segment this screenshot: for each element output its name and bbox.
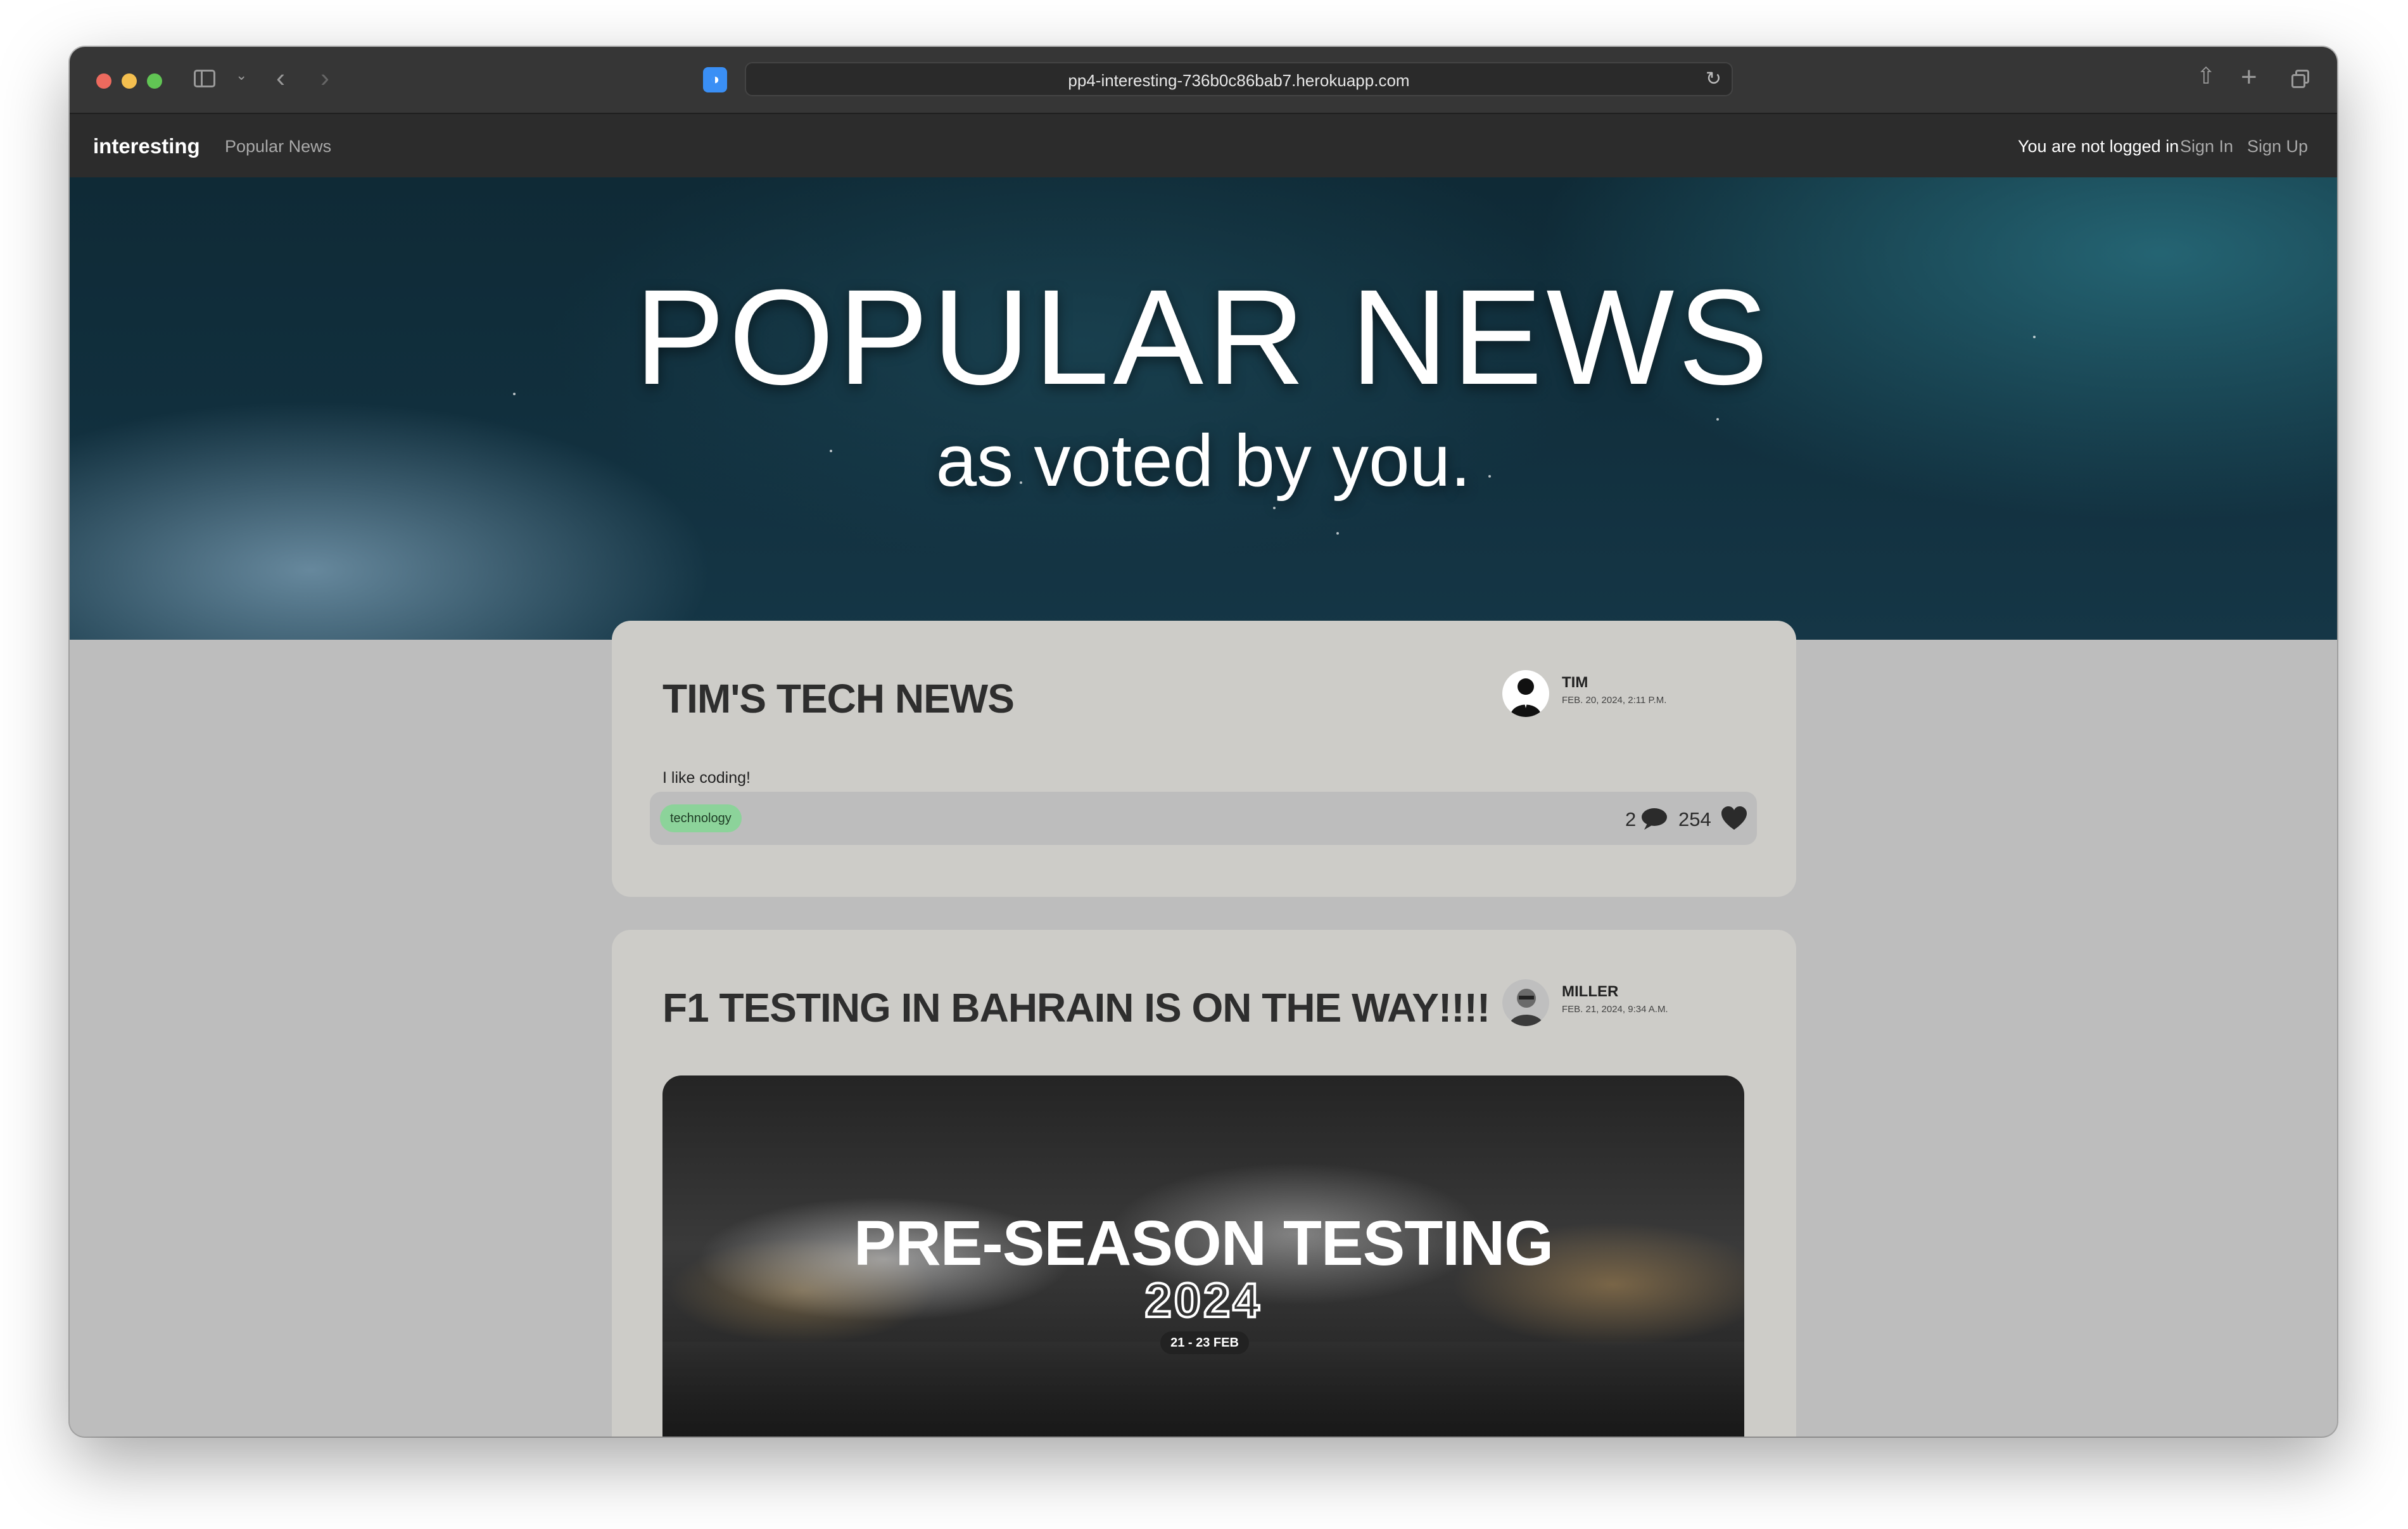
new-tab-icon[interactable]: + [2241,63,2257,91]
sign-in-link[interactable]: Sign In [2180,137,2233,156]
post-image[interactable]: PRE-SEASON TESTING 2024 21 - 23 FEB [662,1075,1744,1437]
password-shield-icon[interactable]: ◑ [703,67,727,92]
minimize-window-button[interactable] [122,73,137,89]
nav-link-popular-news[interactable]: Popular News [225,137,331,156]
site-navbar: interesting Popular News You are not log… [70,114,2337,177]
post-date: FEB. 21, 2024, 9:34 A.M. [1562,1004,1668,1015]
comment-count: 2 [1625,808,1637,830]
close-window-button[interactable] [96,73,111,89]
hero-subtitle: as voted by you. [935,419,1471,502]
sidebar-icon[interactable] [194,70,215,87]
author-name: TIM [1562,674,1588,691]
like-count: 254 [1678,808,1711,830]
author-name: MILLER [1562,983,1619,1000]
zoom-window-button[interactable] [147,73,162,89]
comment-icon[interactable] [1640,807,1668,834]
reload-icon[interactable]: ↻ [1706,70,1721,89]
site-brand[interactable]: interesting [93,134,200,158]
back-icon[interactable]: ‹ [276,65,285,91]
category-tag[interactable]: technology [660,804,742,832]
post-card[interactable]: TIM'S TECH NEWS TIM FEB. 20, 2024, 2:11 … [612,621,1796,897]
browser-toolbar: ⌄ ‹ › ◑ pp4-interesting-736b0c86bab7.her… [70,47,2337,114]
heart-icon[interactable] [1720,806,1748,834]
post-image-dates: 21 - 23 FEB [1160,1331,1249,1354]
hero-title: POPULAR NEWS [634,262,1773,413]
tab-overview-icon[interactable] [2291,70,2310,89]
author-avatar [1502,979,1549,1026]
post-image-title: PRE-SEASON TESTING [853,1208,1554,1279]
url-text: pp4-interesting-736b0c86bab7.herokuapp.c… [1068,71,1410,90]
login-status: You are not logged in [2018,137,2179,156]
forward-icon[interactable]: › [320,65,329,91]
chevron-down-icon[interactable]: ⌄ [236,68,247,82]
post-title[interactable]: TIM'S TECH NEWS [662,675,1015,722]
post-meta-bar: technology 2 254 [650,792,1757,845]
post-date: FEB. 20, 2024, 2:11 P.M. [1562,695,1667,706]
sign-up-link[interactable]: Sign Up [2247,137,2308,156]
hero-banner: POPULAR NEWS as voted by you. [70,177,2337,640]
post-image-year: 2024 [1143,1272,1262,1329]
post-excerpt: I like coding! [662,769,751,787]
post-title[interactable]: F1 TESTING IN BAHRAIN IS ON THE WAY!!!! [662,984,1490,1031]
address-bar[interactable]: pp4-interesting-736b0c86bab7.herokuapp.c… [745,62,1733,96]
browser-window: ⌄ ‹ › ◑ pp4-interesting-736b0c86bab7.her… [70,47,2337,1437]
post-card[interactable]: F1 TESTING IN BAHRAIN IS ON THE WAY!!!! … [612,930,1796,1437]
author-avatar [1502,670,1549,717]
share-icon[interactable]: ⇧ [2196,65,2215,87]
